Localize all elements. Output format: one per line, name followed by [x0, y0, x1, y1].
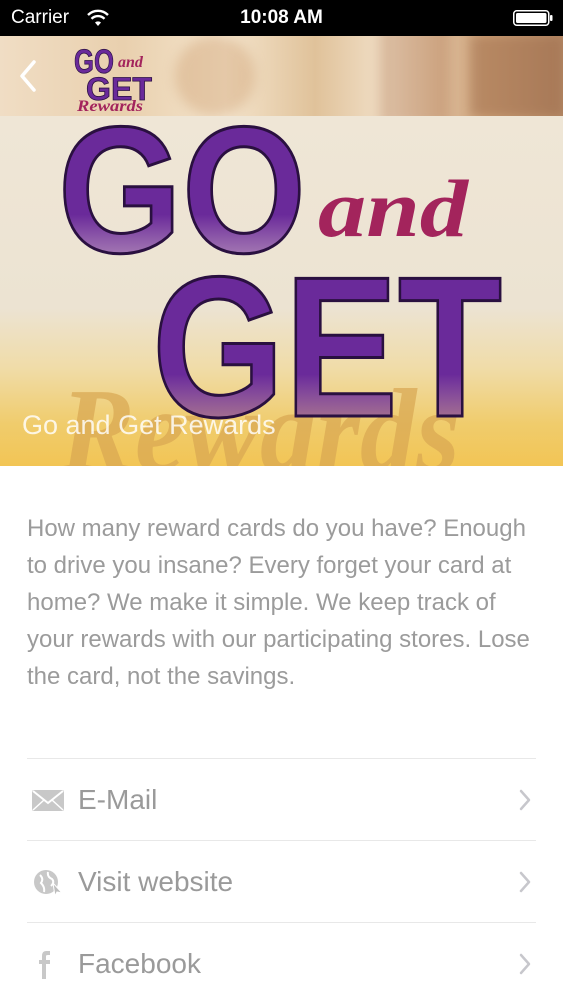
facebook-icon — [39, 951, 50, 979]
website-row[interactable]: Visit website — [27, 840, 536, 922]
facebook-row[interactable]: Facebook — [27, 922, 536, 1004]
header-background-blur — [175, 36, 255, 116]
chevron-left-icon — [20, 60, 36, 92]
description-text: How many reward cards do you have? Enoug… — [27, 515, 530, 690]
app-header: GO and GET Rewards — [0, 36, 563, 116]
header-background-blur — [470, 36, 563, 116]
chevron-right-icon — [519, 871, 531, 893]
website-label: Visit website — [78, 866, 234, 897]
email-label: E-Mail — [78, 784, 158, 815]
status-bar: Carrier 10:08 AM — [0, 0, 563, 36]
header-background-blur — [380, 36, 450, 116]
mail-icon — [32, 790, 64, 811]
hero-banner: Rewards GO and GET Go and Get Rewards — [0, 116, 563, 466]
facebook-label: Facebook — [78, 948, 201, 979]
email-row[interactable]: E-Mail — [27, 758, 536, 840]
battery-icon — [513, 10, 553, 26]
hero-caption: Go and Get Rewards — [22, 410, 276, 440]
header-logo-and: and — [118, 54, 144, 71]
links-list: E-Mail Visit website Facebook — [27, 758, 536, 1004]
back-button[interactable] — [8, 54, 48, 98]
status-time: 10:08 AM — [240, 7, 323, 28]
header-logo: GO and GET Rewards — [74, 43, 153, 112]
globe-icon — [34, 870, 64, 897]
chevron-right-icon — [519, 953, 531, 975]
header-logo-rewards: Rewards — [76, 98, 143, 112]
chevron-right-icon — [519, 789, 531, 811]
